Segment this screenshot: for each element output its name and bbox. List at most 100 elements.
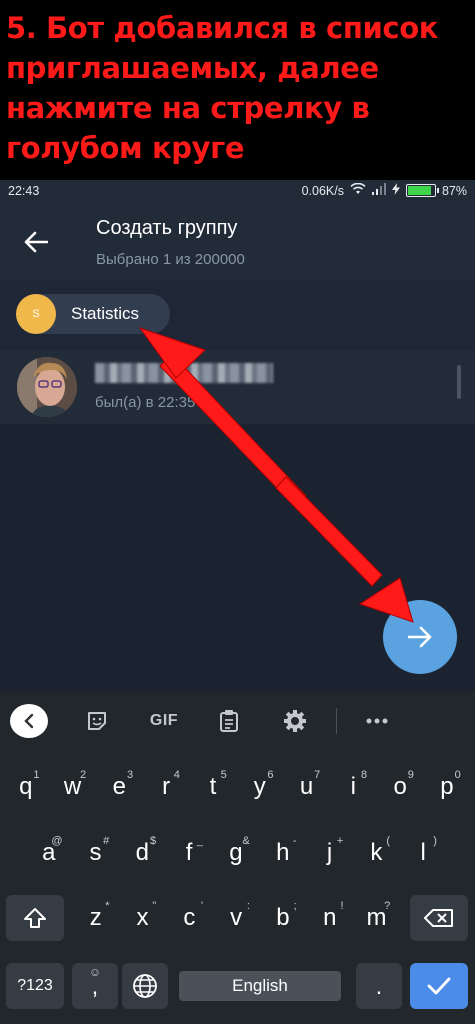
settings-button[interactable] [280,706,310,736]
gif-button[interactable]: GIF [144,706,184,736]
key-a[interactable]: @ a [27,830,71,876]
enter-key[interactable] [410,963,468,1009]
key-label: s [89,839,102,866]
key-i[interactable]: 8i [332,764,376,810]
key-m[interactable]: ? m [355,895,399,941]
status-indicators: 0.06K/s 87% [301,182,467,198]
main-content: S Statistics был(а) в 22:35 [0,280,475,692]
gif-label: GIF [149,712,179,729]
key-k[interactable]: (k [355,830,399,876]
key-hint: _ [196,835,203,847]
language-key[interactable] [122,963,168,1009]
key-hint: $ [149,835,157,847]
backspace-key[interactable] [410,895,468,941]
key-l[interactable]: ) l [401,830,445,876]
network-speed: 0.06K/s [301,183,344,198]
key-q[interactable]: 1q [4,764,48,810]
key-hint: & [242,835,250,847]
key-hint: - [292,835,297,847]
key-label: h [276,839,290,866]
signal-icon [371,183,386,198]
backspace-icon [424,909,453,927]
key-f[interactable]: _ f [167,830,211,876]
key-w[interactable]: 2w [51,764,95,810]
period-key[interactable]: . [356,963,402,1009]
status-bar: 22:43 0.06K/s 87% [0,180,475,204]
space-label: English [232,976,288,995]
contact-name [95,363,273,383]
space-key[interactable]: English [179,971,341,1001]
key-p[interactable]: 0p [425,764,469,810]
contact-status: был(а) в 22:35 [95,394,196,411]
shift-key[interactable] [6,895,64,941]
key-label: z [89,904,102,931]
key-label: t [209,773,217,800]
key-hint: ( [386,835,391,847]
key-z[interactable]: * z [74,895,118,941]
key-label: c [183,904,196,931]
clipboard-icon [220,710,238,732]
selected-members-bar: S Statistics [0,280,475,350]
key-u[interactable]: 7u [285,764,329,810]
clipboard-button[interactable] [214,706,244,736]
key-label: k [370,839,383,866]
instruction-text: 5. Бот добавился в список приглашаемых, … [6,11,438,165]
selected-chip-statistics[interactable]: S Statistics [16,294,170,334]
collapse-keyboard-button[interactable] [10,704,48,738]
contact-row[interactable]: был(а) в 22:35 [0,350,475,424]
key-t[interactable]: 5t [191,764,235,810]
sticker-icon [88,712,106,730]
key-g[interactable]: & g [214,830,258,876]
key-hint: ' [200,900,204,912]
app-header: Создать группу Выбрано 1 из 200000 [0,204,475,280]
key-v[interactable]: :v [214,895,258,941]
key-h[interactable]: -h [261,830,305,876]
key-s[interactable]: # s [74,830,118,876]
key-x[interactable]: " x [121,895,165,941]
comma-key[interactable]: ☺ , [72,963,118,1009]
emoji-icon: ☺ [88,965,102,979]
more-button[interactable] [362,706,392,736]
scrollbar[interactable] [457,365,461,399]
key-e[interactable]: 3e [98,764,142,810]
next-button[interactable] [383,600,457,674]
key-r[interactable]: 4r [144,764,188,810]
key-b[interactable]: ; b [261,895,305,941]
key-label: r [162,773,171,800]
key-hint: 4 [173,769,180,781]
key-hint: # [103,835,110,847]
key-c[interactable]: ' c [168,895,212,941]
battery-percent: 87% [441,183,467,198]
key-d[interactable]: $ d [121,830,165,876]
key-j[interactable]: + j [308,830,352,876]
key-hint: @ [51,835,63,847]
key-label: v [230,904,243,931]
key-label: y [253,773,266,800]
back-button[interactable] [20,226,52,258]
key-label: p [440,773,454,800]
key-y[interactable]: 6y [238,764,282,810]
key-hint: ; [293,900,297,912]
key-hint: 2 [80,769,87,781]
key-label: n [323,904,337,931]
key-label: g [229,839,243,866]
key-hint: 8 [360,769,368,781]
key-hint: ! [340,900,344,912]
gear-icon [284,710,306,732]
battery-icon [405,184,439,197]
chip-avatar: S [16,294,56,334]
check-icon [427,977,451,995]
key-n[interactable]: ! n [308,895,352,941]
selection-count: Выбрано 1 из 200000 [96,251,245,268]
key-label: o [393,773,407,800]
sticker-button[interactable] [82,706,112,736]
status-time: 22:43 [8,184,40,198]
symbols-key[interactable]: ?123 [6,963,64,1009]
period-label: . [375,972,383,999]
key-label: l [420,839,426,866]
keyboard-toolbar: GIF [0,692,475,750]
arrow-left-icon [24,231,48,253]
key-label: q [19,773,33,800]
more-icon [366,718,388,724]
key-o[interactable]: 9o [378,764,422,810]
